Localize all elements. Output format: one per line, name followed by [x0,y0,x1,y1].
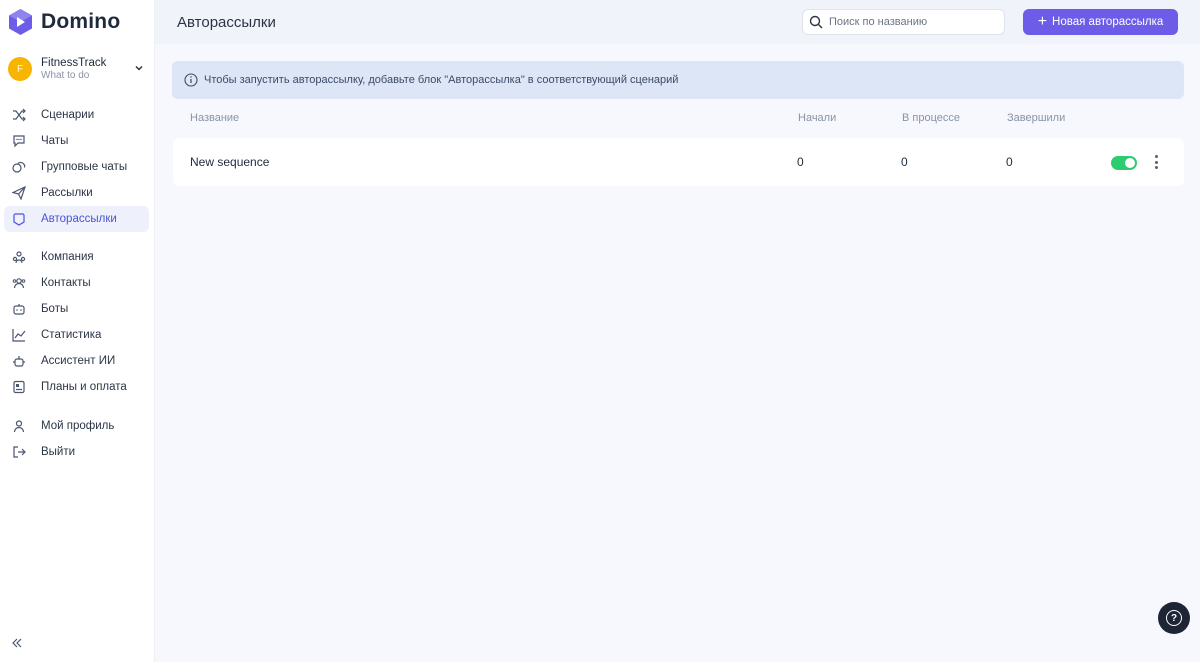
chat-icon [12,134,26,148]
sidebar-item-label: Контакты [41,277,91,289]
sidebar-item-label: Компания [41,251,94,263]
sidebar-item-ai-assistant[interactable]: Ассистент ИИ [4,348,149,374]
sidebar-item-billing[interactable]: Планы и оплата [4,374,149,400]
sidebar-item-chats[interactable]: Чаты [4,128,149,154]
search-input[interactable] [829,16,999,28]
info-icon [184,73,198,87]
bot-icon [12,302,26,316]
new-auto-mailing-label: Новая авторассылка [1052,16,1164,28]
sidebar-item-statistics[interactable]: Статистика [4,322,149,348]
column-header-in-progress: В процессе [902,112,960,124]
avatar: F [8,57,32,81]
sidebar-item-label: Групповые чаты [41,161,128,173]
domino-logo-icon [9,9,32,35]
new-auto-mailing-button[interactable]: + Новая авторассылка [1023,9,1178,35]
sidebar-item-label: Чаты [41,135,69,147]
sidebar-item-label: Мой профиль [41,420,115,432]
shuffle-icon [12,108,26,122]
column-header-name: Название [190,112,240,124]
column-header-finished: Завершили [1007,112,1066,124]
sidebar-item-label: Ассистент ИИ [41,355,116,367]
search-icon [809,15,823,29]
in-progress-count: 0 [901,155,908,169]
billing-icon [12,380,26,394]
group-chat-icon [12,160,26,174]
sidebar-item-label: Планы и оплата [41,381,127,393]
workspace-name: FitnessTrack [41,56,107,69]
sidebar-item-contacts[interactable]: Контакты [4,270,149,296]
started-count: 0 [797,155,804,169]
nav-main: Сценарии Чаты Групповые чаты Рассылки Ав… [4,102,149,232]
send-icon [12,186,26,200]
more-options-icon[interactable] [1149,153,1163,171]
sidebar-item-label: Рассылки [41,187,93,199]
contacts-icon [12,276,26,290]
info-banner: Чтобы запустить авторассылку, добавьте б… [172,61,1184,99]
search-box[interactable] [802,9,1005,35]
sidebar-item-mailings[interactable]: Рассылки [4,180,149,206]
chevron-down-icon [135,65,143,71]
sidebar-item-label: Выйти [41,446,76,458]
enabled-toggle[interactable] [1111,156,1137,170]
chart-icon [12,328,26,342]
sidebar-item-label: Сценарии [41,109,95,121]
company-icon [12,250,26,264]
sidebar-item-auto-mailings[interactable]: Авторассылки [4,206,149,232]
sidebar-item-scenarios[interactable]: Сценарии [4,102,149,128]
sidebar-item-label: Авторассылки [41,213,117,225]
ai-assistant-icon [12,354,26,368]
user-icon [12,419,26,433]
question-icon: ? [1166,610,1182,626]
workspace-switcher[interactable]: F FitnessTrack What to do [8,56,148,82]
workspace-subtitle: What to do [41,69,90,81]
logout-icon [12,445,26,459]
nav-company: Компания Контакты Боты Статистика Ассист… [4,244,149,400]
sidebar-item-label: Статистика [41,329,102,341]
auto-send-icon [12,212,26,226]
sidebar: Domino F FitnessTrack What to do Сценари… [0,0,155,662]
column-header-started: Начали [798,112,837,124]
finished-count: 0 [1006,155,1013,169]
sidebar-item-profile[interactable]: Мой профиль [4,413,149,439]
table-row[interactable]: New sequence 0 0 0 [173,138,1184,186]
sidebar-item-group-chats[interactable]: Групповые чаты [4,154,149,180]
sidebar-item-bots[interactable]: Боты [4,296,149,322]
collapse-sidebar-icon[interactable] [10,636,24,650]
plus-icon: + [1037,13,1048,30]
sidebar-item-company[interactable]: Компания [4,244,149,270]
nav-account: Мой профиль Выйти [4,413,149,465]
info-banner-text: Чтобы запустить авторассылку, добавьте б… [204,74,679,86]
sidebar-item-label: Боты [41,303,69,315]
page-title: Авторассылки [177,14,276,31]
sidebar-item-logout[interactable]: Выйти [4,439,149,465]
sequence-name: New sequence [190,155,270,169]
app-name: Domino [41,10,121,33]
header: Авторассылки + Новая авторассылка [155,0,1200,44]
help-button[interactable]: ? [1158,602,1190,634]
logo[interactable]: Domino [8,8,120,36]
